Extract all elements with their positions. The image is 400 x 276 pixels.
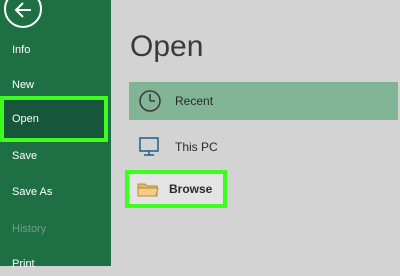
sidebar-item-save[interactable]: Save [0, 144, 111, 168]
page-title: Open [130, 30, 204, 63]
back-button[interactable] [4, 0, 42, 28]
sidebar-item-label: Print [12, 258, 35, 270]
location-label: This PC [175, 140, 218, 154]
sidebar-item-print[interactable]: Print [0, 252, 111, 276]
location-label: Browse [169, 182, 213, 196]
computer-icon [137, 134, 163, 160]
sidebar-item-open[interactable]: Open [0, 96, 108, 142]
location-browse[interactable]: Browse [125, 170, 227, 208]
sidebar-item-label: New [12, 79, 35, 91]
sidebar-item-history: History [0, 217, 111, 241]
sidebar-item-label: Save [12, 150, 38, 162]
location-this-pc[interactable]: This PC [129, 128, 398, 166]
main-panel: Open Recent This PC Browse [111, 0, 400, 266]
sidebar: Info New Open Save Save As History Print [0, 0, 111, 270]
sidebar-item-label: Save As [12, 186, 53, 198]
sidebar-item-save-as[interactable]: Save As [0, 180, 111, 204]
sidebar-item-new[interactable]: New [0, 73, 111, 97]
sidebar-item-info[interactable]: Info [0, 38, 111, 62]
location-label: Recent [175, 94, 214, 108]
clock-icon [137, 88, 163, 114]
sidebar-item-label: History [12, 223, 47, 235]
back-arrow-icon [14, 2, 31, 18]
sidebar-item-label: Open [12, 113, 39, 125]
sidebar-item-label: Info [12, 44, 31, 56]
location-recent[interactable]: Recent [129, 82, 398, 120]
folder-icon [135, 176, 161, 202]
